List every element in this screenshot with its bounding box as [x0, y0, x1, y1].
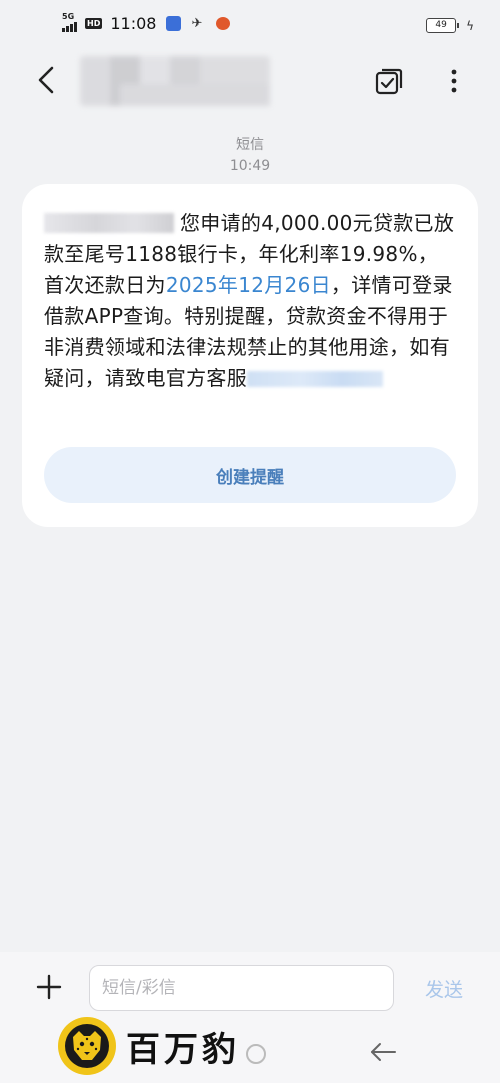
- date-link[interactable]: 2025年12月26日: [166, 273, 331, 297]
- status-right: 49 ϟ: [426, 18, 474, 33]
- select-check-icon: [375, 68, 403, 95]
- contact-name-redacted[interactable]: [80, 56, 270, 106]
- app-notification-icon: [166, 16, 182, 31]
- message-body: 您申请的4,000.00元贷款已放款至尾号1188银行卡，年化利率19.98%，…: [44, 208, 458, 394]
- watermark-text: 百万豹: [126, 1029, 240, 1070]
- charging-icon: ϟ: [466, 18, 474, 33]
- back-button[interactable]: [32, 62, 62, 98]
- hd-icon: HD: [85, 18, 103, 29]
- create-reminder-button[interactable]: 创建提醒: [44, 447, 456, 503]
- signal-icon: 5G: [62, 12, 77, 32]
- select-button[interactable]: [374, 66, 404, 96]
- more-options-button[interactable]: [444, 66, 464, 96]
- bird-icon: ✈: [191, 16, 203, 31]
- status-time: 11:08: [110, 14, 157, 33]
- add-attachment-button[interactable]: [36, 974, 62, 1000]
- fire-icon: [216, 17, 231, 30]
- phone-number-redacted[interactable]: [247, 371, 383, 387]
- home-circle-icon[interactable]: [246, 1044, 266, 1064]
- back-nav-icon[interactable]: [368, 1040, 398, 1064]
- back-arrow-icon: [38, 66, 54, 94]
- status-bar: 5G HD 11:08 ✈ 49 ϟ: [0, 0, 500, 52]
- more-vertical-icon: [451, 69, 457, 93]
- conversation-header: [0, 52, 500, 110]
- leopard-logo-icon: [58, 1017, 116, 1075]
- message-bubble[interactable]: 您申请的4,000.00元贷款已放款至尾号1188银行卡，年化利率19.98%，…: [22, 184, 478, 527]
- composer-bar: 发送: [0, 952, 500, 1024]
- message-type-label: 短信: [236, 137, 264, 153]
- send-button[interactable]: 发送: [414, 972, 474, 1004]
- sender-redacted: [44, 213, 174, 233]
- plus-icon: [36, 974, 62, 1000]
- battery-level: 49: [435, 20, 447, 30]
- status-left: 5G HD 11:08 ✈: [62, 12, 231, 33]
- message-time: 10:49: [229, 158, 271, 174]
- watermark: 百万豹: [58, 1017, 240, 1075]
- message-input[interactable]: [89, 965, 394, 1011]
- battery-icon: 49: [426, 18, 460, 33]
- network-type: 5G: [62, 11, 75, 21]
- message-meta: 短信 10:49: [0, 134, 500, 174]
